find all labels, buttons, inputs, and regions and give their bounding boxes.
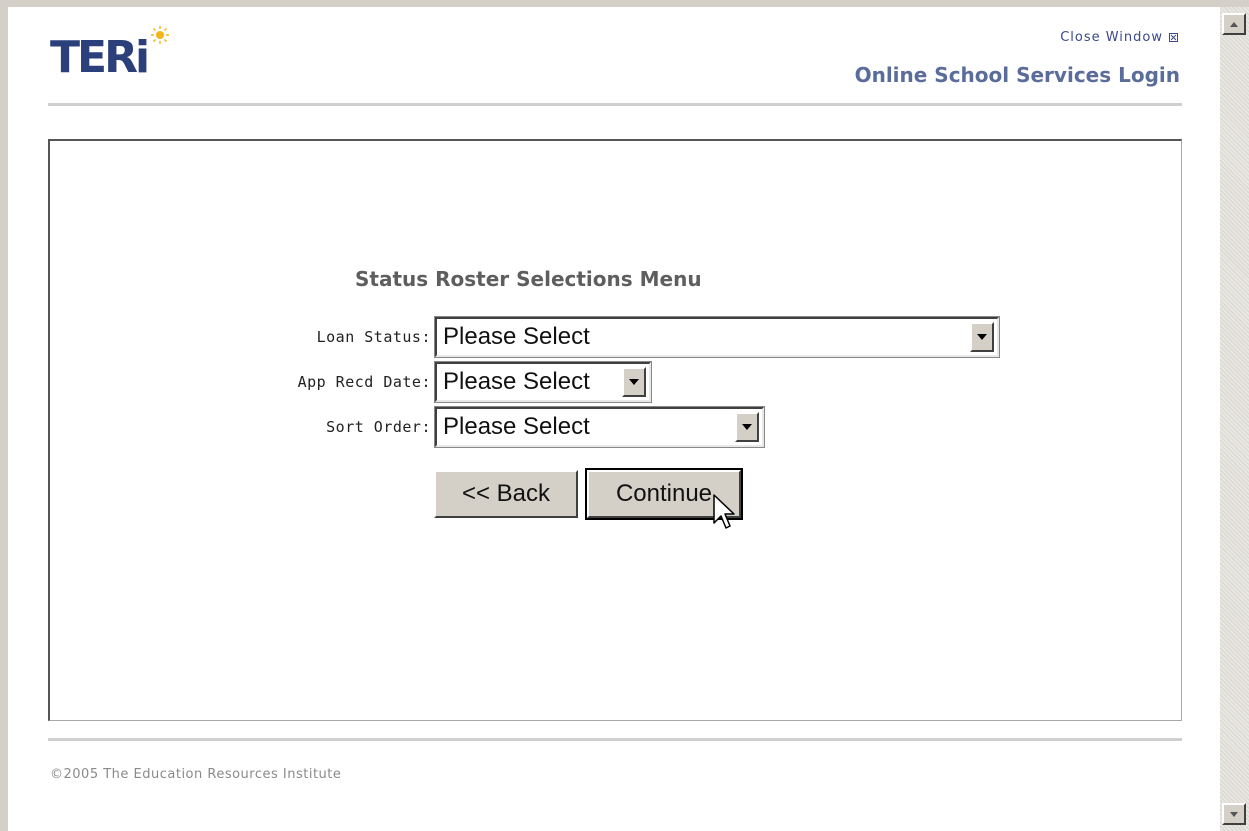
close-window-link[interactable]: Close Window	[1060, 30, 1178, 45]
sort-order-value: Please Select	[443, 413, 590, 440]
chevron-down-icon[interactable]	[970, 322, 994, 352]
logo-text: TERi	[50, 32, 150, 83]
vertical-scrollbar[interactable]	[1220, 7, 1249, 831]
sort-order-select[interactable]: Please Select	[434, 406, 765, 448]
app-recd-date-value: Please Select	[443, 368, 590, 395]
scroll-up-icon[interactable]	[1222, 13, 1246, 35]
teri-logo: TERi	[50, 25, 190, 85]
app-recd-date-label: App Recd Date:	[297, 373, 431, 391]
scroll-down-icon[interactable]	[1222, 803, 1246, 825]
mouse-pointer-icon	[713, 494, 735, 529]
sort-order-row: Sort Order: Please Select	[50, 406, 765, 448]
page: TERi Close Window Online School Services…	[8, 7, 1220, 831]
copyright-text: ©2005 The Education Resources Institute	[50, 767, 342, 782]
loan-status-label: Loan Status:	[316, 328, 431, 346]
chevron-down-icon[interactable]	[622, 367, 646, 397]
menu-title: Status Roster Selections Menu	[355, 267, 702, 291]
sun-icon	[151, 26, 169, 44]
header-divider	[48, 103, 1182, 106]
loan-status-select[interactable]: Please Select	[434, 316, 1000, 358]
chevron-down-icon[interactable]	[735, 412, 759, 442]
close-window-label: Close Window	[1060, 30, 1163, 45]
header-title: Online School Services Login	[854, 63, 1180, 87]
footer-divider	[48, 738, 1182, 741]
app-recd-date-row: App Recd Date: Please Select	[50, 361, 652, 403]
content-panel: Status Roster Selections Menu Loan Statu…	[48, 139, 1182, 721]
close-icon	[1169, 33, 1178, 42]
back-button[interactable]: << Back	[434, 470, 578, 518]
sort-order-label: Sort Order:	[326, 418, 431, 436]
app-recd-date-select[interactable]: Please Select	[434, 361, 652, 403]
loan-status-value: Please Select	[443, 323, 590, 350]
loan-status-row: Loan Status: Please Select	[50, 316, 1000, 358]
